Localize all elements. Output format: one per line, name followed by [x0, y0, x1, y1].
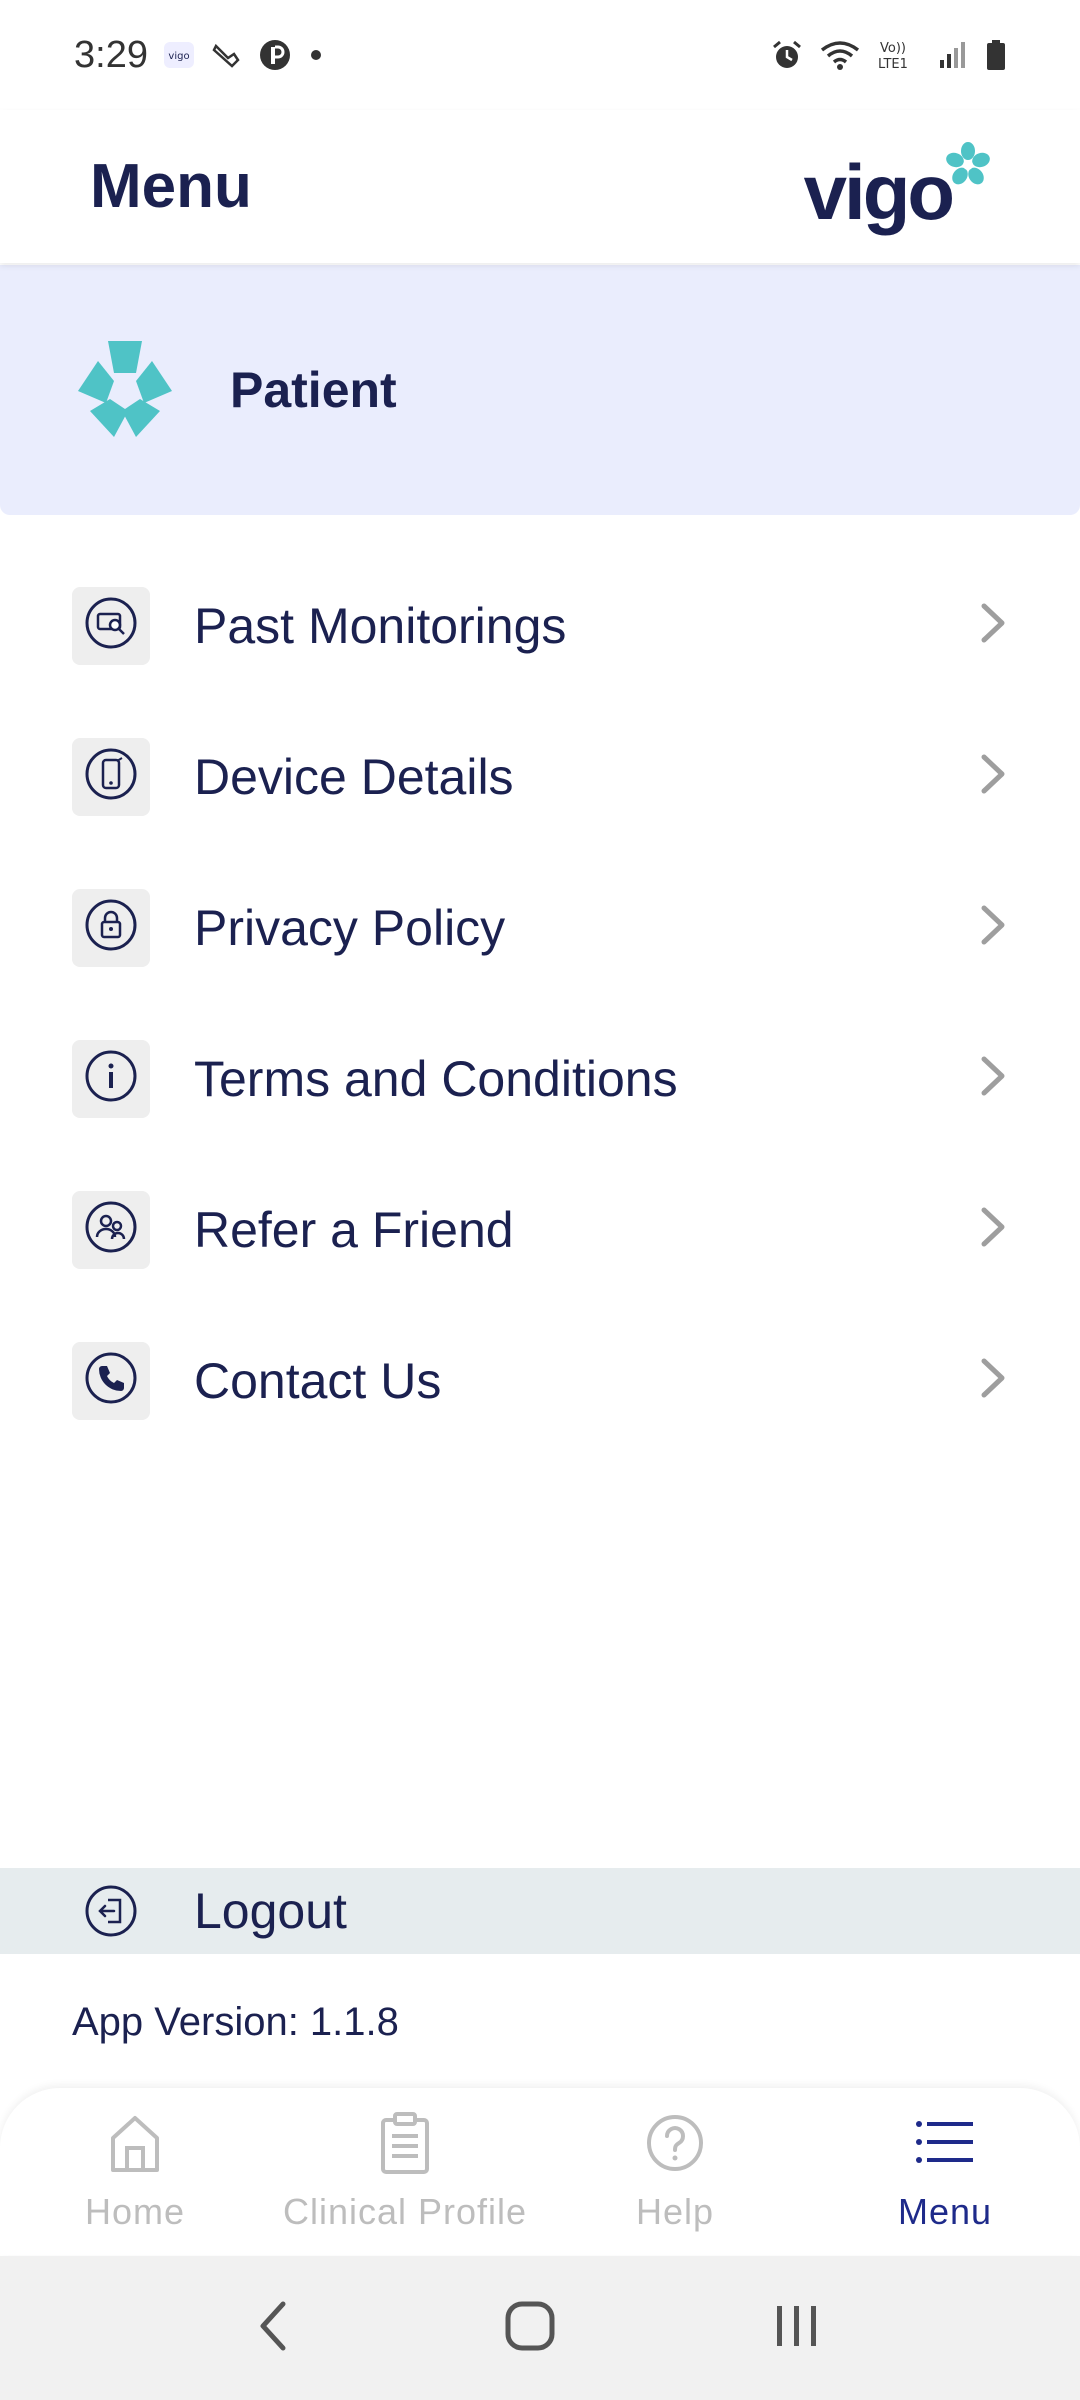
phone-device-icon	[84, 747, 138, 806]
nav-label: Help	[635, 2191, 715, 2232]
nav-item-clinical-profile[interactable]: Clinical Profile	[270, 2088, 540, 2255]
brand-text: vigo	[803, 148, 955, 236]
menu-icon-box	[72, 1341, 150, 1420]
lock-icon	[84, 898, 138, 957]
menu-item-label: Privacy Policy	[194, 899, 506, 956]
logout-label: Logout	[194, 1883, 347, 1939]
menu-item-privacy-policy[interactable]: Privacy Policy	[0, 852, 1080, 1003]
menu-icon-box	[72, 586, 150, 665]
menu-icon-box	[72, 737, 150, 816]
signal-icon	[936, 38, 970, 72]
vigo-flower-icon	[946, 142, 990, 191]
page-title: Menu	[90, 152, 252, 221]
phone-icon	[84, 1351, 138, 1410]
people-icon	[84, 1200, 138, 1259]
vigo-app-icon: vigo	[162, 38, 196, 72]
recents-icon[interactable]	[767, 2296, 827, 2361]
menu-icon-box	[72, 888, 150, 967]
menu-item-past-monitorings[interactable]: Past Monitorings	[0, 550, 1080, 701]
vigo-flower-icon	[70, 333, 180, 448]
menu-icon-box	[72, 1039, 150, 1118]
app-header: Menu vigo	[0, 110, 1080, 263]
bottom-nav: Home Clinical Profile Help Menu	[0, 2088, 1080, 2255]
chevron-right-icon	[976, 1355, 1010, 1406]
menu-item-device-details[interactable]: Device Details	[0, 701, 1080, 852]
volte-icon: Vo)) LTE1	[876, 38, 922, 72]
chevron-right-icon	[976, 600, 1010, 651]
phone-pen-icon	[210, 38, 244, 72]
svg-text:vigo: vigo	[168, 51, 189, 62]
help-icon	[645, 2110, 705, 2181]
monitor-search-icon	[84, 596, 138, 655]
p-circle-icon	[258, 38, 292, 72]
menu-item-terms-and-conditions[interactable]: Terms and Conditions	[0, 1003, 1080, 1154]
battery-icon	[984, 38, 1008, 72]
menu-list-icon	[915, 2110, 975, 2181]
menu-item-label: Refer a Friend	[194, 1201, 514, 1258]
status-left: 3:29 vigo	[74, 34, 326, 77]
chevron-right-icon	[976, 902, 1010, 953]
brand-logo: vigo	[804, 142, 990, 231]
alarm-icon	[770, 38, 804, 72]
chevron-right-icon	[976, 1204, 1010, 1255]
system-nav-bar	[0, 2256, 1080, 2400]
app-version: App Version: 1.1.8	[72, 2000, 399, 2044]
home-button-icon[interactable]	[500, 2296, 560, 2361]
nav-item-help[interactable]: Help	[540, 2088, 810, 2255]
info-icon	[84, 1049, 138, 1108]
status-right: Vo)) LTE1	[770, 38, 1008, 72]
menu-item-refer-a-friend[interactable]: Refer a Friend	[0, 1154, 1080, 1305]
menu-item-label: Past Monitorings	[194, 597, 567, 654]
menu-item-label: Contact Us	[194, 1352, 442, 1409]
svg-text:LTE1: LTE1	[878, 57, 908, 72]
dot-icon	[306, 38, 326, 72]
menu-item-contact-us[interactable]: Contact Us	[0, 1305, 1080, 1456]
menu-item-label: Device Details	[194, 748, 514, 805]
nav-item-menu[interactable]: Menu	[810, 2088, 1080, 2255]
clipboard-icon	[375, 2110, 435, 2181]
profile-name: Patient	[230, 362, 397, 418]
logout-icon	[72, 1872, 150, 1950]
chevron-right-icon	[976, 751, 1010, 802]
menu-icon-box	[72, 1190, 150, 1269]
nav-label: Clinical Profile	[282, 2191, 528, 2232]
nav-label: Menu	[897, 2191, 993, 2232]
status-bar: 3:29 vigo Vo)) LTE1	[0, 0, 1080, 110]
nav-label: Home	[84, 2191, 186, 2232]
menu-list: Past Monitorings Device Details Privacy …	[0, 550, 1080, 1456]
profile-card[interactable]: Patient	[0, 265, 1080, 515]
logout-button[interactable]: Logout	[0, 1868, 1080, 1954]
wifi-icon	[818, 38, 862, 72]
svg-text:Vo)): Vo))	[880, 41, 906, 56]
chevron-right-icon	[976, 1053, 1010, 1104]
home-icon	[105, 2110, 165, 2181]
status-time: 3:29	[74, 33, 148, 76]
back-icon[interactable]	[253, 2296, 293, 2361]
nav-item-home[interactable]: Home	[0, 2088, 270, 2255]
menu-item-label: Terms and Conditions	[194, 1050, 678, 1107]
